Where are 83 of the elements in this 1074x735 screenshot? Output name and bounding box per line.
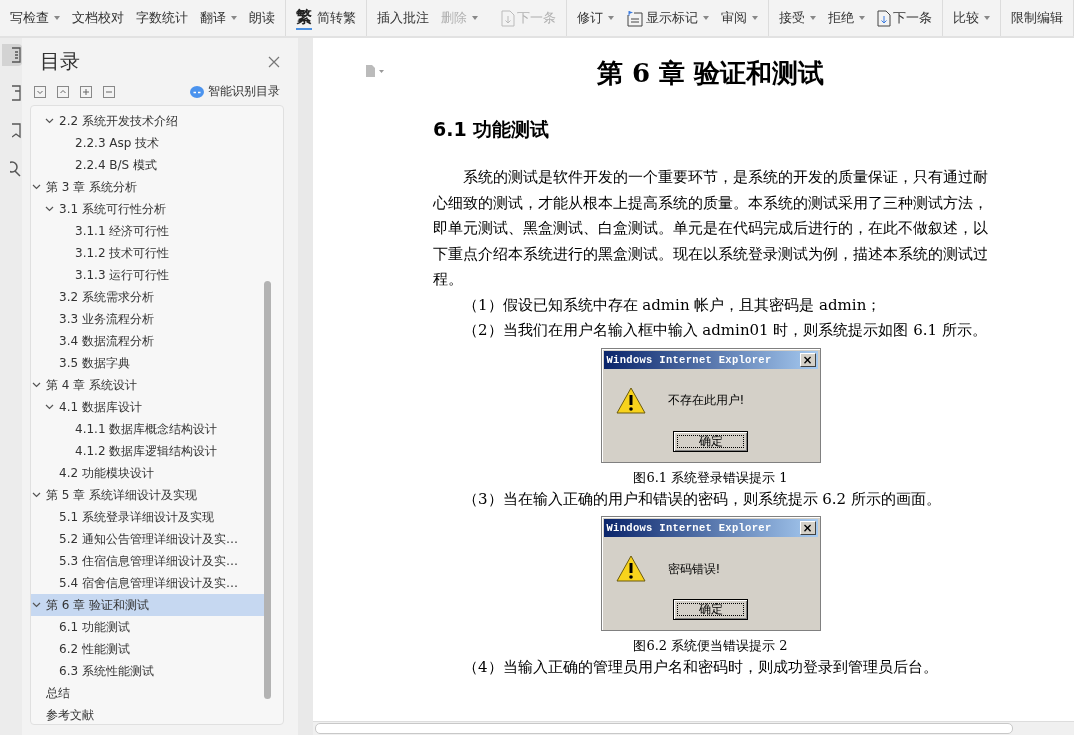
dialog-message: 不存在此用户! <box>667 392 745 409</box>
toolbar-button[interactable]: 文档校对 <box>68 7 128 29</box>
scrollbar[interactable] <box>264 281 271 699</box>
ok-button[interactable]: 确定 <box>673 599 748 620</box>
toc-item[interactable]: 5.3 住宿信息管理详细设计及实… <box>31 550 265 572</box>
caret-icon <box>472 16 478 20</box>
toc-item[interactable]: 3.1.3 运行可行性 <box>31 264 265 286</box>
plus-icon[interactable] <box>80 85 92 98</box>
caret-icon <box>703 16 709 20</box>
toc-item[interactable]: 4.1.1 数据库概念结构设计 <box>31 418 265 440</box>
caret-icon <box>54 16 60 20</box>
ok-button[interactable]: 确定 <box>673 430 748 452</box>
dialog-title: Windows Internet Explorer <box>606 353 772 366</box>
toc-item[interactable]: 总结 <box>31 682 265 704</box>
toc-item[interactable]: 2.2.3 Asp 技术 <box>31 132 265 154</box>
flag-document-icon <box>626 9 644 27</box>
figure-caption: 图6.2 系统便当错误提示 2 <box>632 637 789 655</box>
warning-icon <box>615 386 646 415</box>
caret-icon <box>231 16 237 20</box>
toolbar-button[interactable]: 翻译 <box>196 7 241 29</box>
toc-item[interactable]: 3.3 业务流程分析 <box>31 308 265 330</box>
toc-item[interactable]: 参考文献 <box>31 704 265 724</box>
toc-tab-icon[interactable] <box>2 44 22 66</box>
panel-title: 目录 <box>40 48 80 75</box>
toolbar-button[interactable]: 比较 <box>949 7 994 29</box>
close-icon[interactable] <box>268 55 280 68</box>
toolbar-button[interactable]: 显示标记 <box>622 7 713 29</box>
toolbar-button[interactable]: 字数统计 <box>132 7 192 29</box>
paragraph: （3）当在输入正确的用户和错误的密码，则系统提示 6.2 所示的画面。 <box>462 488 942 510</box>
toc-item[interactable]: 3.1 系统可行性分析 <box>31 198 265 220</box>
paragraph: （1）假设已知系统中存在 admin 帐户，且其密码是 admin； <box>462 294 883 316</box>
toolbar-button[interactable]: 写检查 <box>6 7 64 29</box>
toolbar-button[interactable]: 审阅 <box>717 7 762 29</box>
toc-item[interactable]: 3.2 系统需求分析 <box>31 286 265 308</box>
document-arrow-icon <box>501 9 515 27</box>
scrollbar[interactable] <box>315 723 1013 734</box>
toc-item[interactable]: 第 6 章 验证和测试 <box>31 594 265 616</box>
dialog-title: Windows Internet Explorer <box>606 522 772 534</box>
close-button[interactable]: × <box>799 352 816 367</box>
toolbar-button[interactable]: 插入批注 <box>373 7 433 29</box>
figure-caption: 图6.1 系统登录错误提示 1 <box>632 468 789 487</box>
toolbar-button[interactable]: 修订 <box>573 7 618 29</box>
toolbar-button[interactable]: 繁 简转繁 <box>292 4 360 32</box>
toolbar-button[interactable]: 下一条 <box>873 7 936 29</box>
collapse-all-icon[interactable] <box>34 85 46 98</box>
toc-item[interactable]: 6.1 功能测试 <box>31 616 265 638</box>
toc-item[interactable]: 2.2.4 B/S 模式 <box>31 154 265 176</box>
toc-item[interactable]: 6.3 系统性能测试 <box>31 660 265 682</box>
paragraph: （2）当我们在用户名输入框中输入 admin01 时，则系统提示如图 6.1 所示。 <box>462 320 988 341</box>
cloud-icon <box>190 85 204 98</box>
toolbar-button[interactable]: 限制编辑 <box>1007 7 1067 29</box>
caret-icon <box>752 16 758 20</box>
toc-item[interactable]: 5.1 系统登录详细设计及实现 <box>31 506 265 528</box>
toc-item[interactable]: 2.2 系统开发技术介绍 <box>31 110 265 132</box>
toc-item[interactable]: 第 3 章 系统分析 <box>31 176 265 198</box>
toc-item[interactable]: 3.4 数据流程分析 <box>31 330 265 352</box>
document-icon[interactable] <box>365 64 385 78</box>
toolbar-button[interactable]: 朗读 <box>245 7 279 29</box>
caret-icon <box>810 16 816 20</box>
toc-item[interactable]: 3.1.2 技术可行性 <box>31 242 265 264</box>
section-title: 6.1 功能测试 <box>433 117 551 142</box>
smart-toc-button[interactable]: 智能识别目录 <box>190 83 280 100</box>
toolbar-button[interactable]: 拒绝 <box>824 7 869 29</box>
toc-item[interactable]: 4.1.2 数据库逻辑结构设计 <box>31 440 265 462</box>
toc-item[interactable]: 4.2 功能模块设计 <box>31 462 265 484</box>
toc-item[interactable]: 3.1.1 经济可行性 <box>31 220 265 242</box>
toc-item[interactable]: 5.2 通知公告管理详细设计及实… <box>31 528 265 550</box>
paragraph: 系统的测试是软件开发的一个重要环节，是系统的开发的质量保证，只有通过耐心细致的测试，才能从根本上提高系统的质量。本系统的测试采用了三种测试方法，即单元测试、黑盒测试、白盒测试。单元是在代码完成后进行的，在此不做叙述，以下重点介绍本系统进行的黑盒测试。现在以系统登录测试为例，描述本系统的测试过程。 <box>433 167 988 290</box>
toc-item[interactable]: 6.2 性能测试 <box>31 638 265 660</box>
minus-icon[interactable] <box>103 85 115 98</box>
document-arrow-icon <box>877 9 891 27</box>
caret-icon <box>984 16 990 20</box>
chapter-title: 第 6 章 验证和测试 <box>595 57 826 90</box>
caret-icon <box>608 16 614 20</box>
toolbar-button[interactable]: 接受 <box>775 7 820 29</box>
dialog-message: 密码错误! <box>667 560 721 578</box>
expand-all-icon[interactable] <box>57 85 69 98</box>
toc-item[interactable]: 5.4 宿舍信息管理详细设计及实… <box>31 572 265 594</box>
toc-item[interactable]: 3.5 数据字典 <box>31 352 265 374</box>
warning-icon <box>615 555 646 583</box>
close-button[interactable]: × <box>799 521 816 535</box>
caret-icon <box>859 16 865 20</box>
paragraph: （4）当输入正确的管理员用户名和密码时，则成功登录到管理员后台。 <box>462 657 939 678</box>
